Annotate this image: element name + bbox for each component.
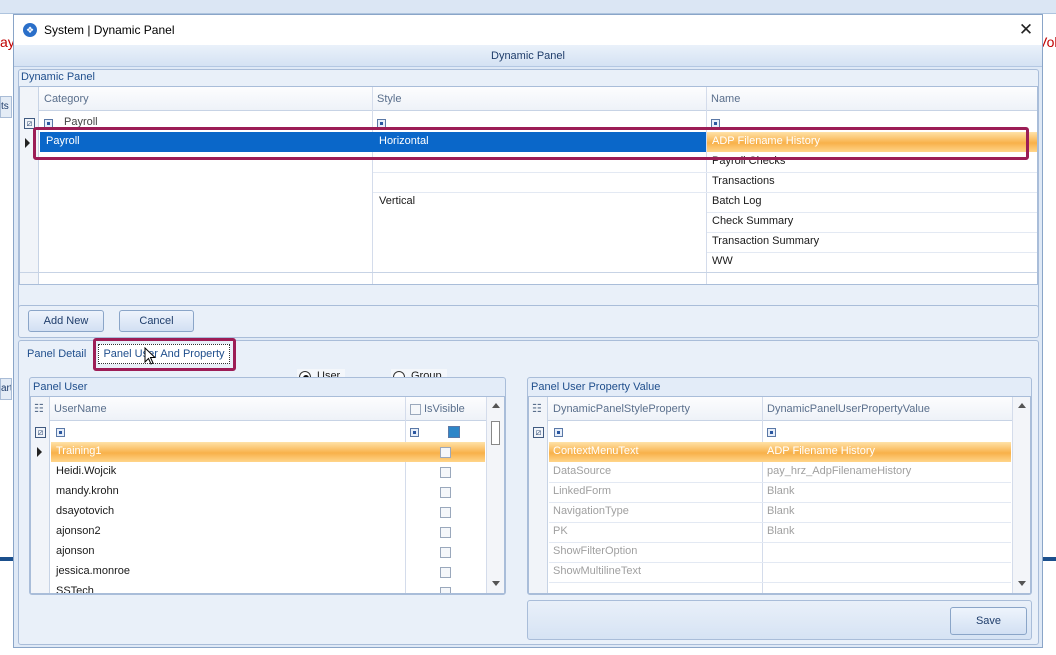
column-header-value[interactable]: DynamicPanelUserPropertyValue — [767, 403, 930, 415]
cell-value[interactable]: Blank — [767, 485, 795, 497]
title-bar: ❖ System | Dynamic Panel ✕ — [14, 15, 1042, 45]
cell-name[interactable]: Transaction Summary — [712, 235, 819, 247]
cell-username[interactable]: ajonson2 — [56, 525, 101, 537]
row-indicator-column — [20, 87, 39, 284]
dynamic-panel-caption: Dynamic Panel — [21, 71, 95, 83]
background-app-bar — [0, 0, 1056, 14]
tab-panel-detail[interactable]: Panel Detail — [27, 348, 86, 360]
column-header-style[interactable]: Style — [377, 93, 401, 105]
action-bar: Add New Cancel — [18, 305, 1039, 338]
column-header-category[interactable]: Category — [44, 93, 89, 105]
column-chooser-icon[interactable]: ☷ — [532, 402, 542, 415]
dynamic-panel-group: Dynamic Panel Category Style Name ⧄ Payr… — [18, 69, 1039, 317]
scroll-down-icon[interactable] — [492, 581, 500, 586]
isvisible-checkbox[interactable] — [440, 547, 451, 558]
dialog-client: Dynamic Panel Dynamic Panel Category Sty… — [14, 45, 1042, 647]
scroll-up-icon[interactable] — [492, 403, 500, 408]
filter-operator-icon[interactable] — [767, 428, 776, 437]
property-value-caption: Panel User Property Value — [531, 381, 661, 393]
isvisible-checkbox[interactable] — [440, 527, 451, 538]
filter-isvisible-value[interactable] — [448, 426, 460, 438]
current-row-icon — [25, 138, 30, 148]
clear-filter-icon[interactable]: ⧄ — [533, 427, 544, 438]
panel-user-grid: ☷ UserName IsVisible ⧄ Training1 Heidi.W… — [30, 396, 505, 594]
cell-value[interactable]: ADP Filename History — [767, 445, 875, 457]
close-button[interactable]: ✕ — [1014, 19, 1038, 41]
cell-property[interactable]: DataSource — [553, 465, 611, 477]
clear-filter-icon[interactable]: ⧄ — [35, 427, 46, 438]
cell-username[interactable]: ajonson — [56, 545, 95, 557]
cell-property[interactable]: NavigationType — [553, 505, 629, 517]
scroll-up-icon[interactable] — [1018, 403, 1026, 408]
isvisible-header-checkbox[interactable] — [410, 404, 421, 415]
cell-property[interactable]: ShowMultilineText — [553, 565, 641, 577]
cell-name[interactable]: Transactions — [712, 175, 775, 187]
cell-username[interactable]: SSTech — [56, 585, 94, 593]
filter-operator-icon[interactable] — [554, 428, 563, 437]
panel-user-group: Panel User ☷ UserName IsVisible ⧄ Traini — [29, 377, 506, 595]
dynamic-panel-grid: Category Style Name ⧄ Payroll Payroll Ho… — [19, 86, 1038, 285]
background-rule-right — [1042, 557, 1056, 561]
column-header-username[interactable]: UserName — [54, 403, 107, 415]
column-header-name[interactable]: Name — [711, 93, 740, 105]
cell-username[interactable]: dsayotovich — [56, 505, 114, 517]
cell-username[interactable]: Heidi.Wojcik — [56, 465, 116, 477]
vertical-scrollbar[interactable] — [1012, 397, 1030, 593]
current-row-icon — [37, 447, 42, 457]
save-bar: Save — [527, 600, 1032, 640]
isvisible-checkbox[interactable] — [440, 467, 451, 478]
column-chooser-icon[interactable]: ☷ — [34, 402, 44, 415]
isvisible-checkbox[interactable] — [440, 567, 451, 578]
background-tab-top[interactable]: ts — [0, 96, 12, 118]
tab-content: Panel Detail Panel User And Property Use… — [18, 338, 1039, 645]
app-icon: ❖ — [23, 23, 37, 37]
cell-value[interactable]: Blank — [767, 525, 795, 537]
dialog-header: Dynamic Panel — [14, 45, 1042, 67]
isvisible-checkbox[interactable] — [440, 447, 451, 458]
cell-style[interactable]: Vertical — [379, 195, 415, 207]
cell-property[interactable]: LinkedForm — [553, 485, 611, 497]
cell-property[interactable]: ContextMenuText — [553, 445, 639, 457]
column-header-property[interactable]: DynamicPanelStyleProperty — [553, 403, 690, 415]
cell-property[interactable]: ShowFilterOption — [553, 545, 637, 557]
scroll-down-icon[interactable] — [1018, 581, 1026, 586]
cancel-button[interactable]: Cancel — [119, 310, 194, 332]
cell-username[interactable]: mandy.krohn — [56, 485, 119, 497]
background-rule-left — [0, 557, 13, 561]
grid-header — [20, 87, 1037, 111]
vertical-scrollbar[interactable] — [486, 397, 504, 593]
property-value-group: Panel User Property Value ☷ DynamicPanel… — [527, 377, 1032, 595]
annotation-highlight-tab — [93, 338, 236, 371]
scroll-thumb[interactable] — [491, 421, 500, 445]
isvisible-checkbox[interactable] — [440, 587, 451, 593]
property-value-grid: ☷ DynamicPanelStyleProperty DynamicPanel… — [528, 396, 1031, 594]
mouse-pointer-icon — [144, 347, 157, 365]
annotation-highlight-row — [33, 127, 1029, 160]
isvisible-checkbox[interactable] — [440, 487, 451, 498]
background-tab-bottom[interactable]: artF — [0, 378, 12, 400]
window-title: System | Dynamic Panel — [44, 23, 175, 37]
column-header-isvisible[interactable]: IsVisible — [424, 403, 465, 415]
add-new-button[interactable]: Add New — [28, 310, 104, 332]
save-button[interactable]: Save — [950, 607, 1027, 635]
cell-name[interactable]: Batch Log — [712, 195, 762, 207]
dynamic-panel-dialog: ❖ System | Dynamic Panel ✕ Dynamic Panel… — [13, 14, 1043, 648]
filter-operator-icon[interactable] — [56, 428, 65, 437]
cell-name[interactable]: Check Summary — [712, 215, 793, 227]
cell-username[interactable]: jessica.monroe — [56, 565, 130, 577]
cell-property[interactable]: PK — [553, 525, 568, 537]
isvisible-checkbox[interactable] — [440, 507, 451, 518]
cell-name[interactable]: WW — [712, 255, 733, 267]
cell-value[interactable]: pay_hrz_AdpFilenameHistory — [767, 465, 911, 477]
table-row-selected[interactable] — [51, 442, 485, 462]
panel-user-caption: Panel User — [33, 381, 88, 393]
cell-value[interactable]: Blank — [767, 505, 795, 517]
cell-username[interactable]: Training1 — [56, 445, 101, 457]
filter-operator-icon[interactable] — [410, 428, 419, 437]
